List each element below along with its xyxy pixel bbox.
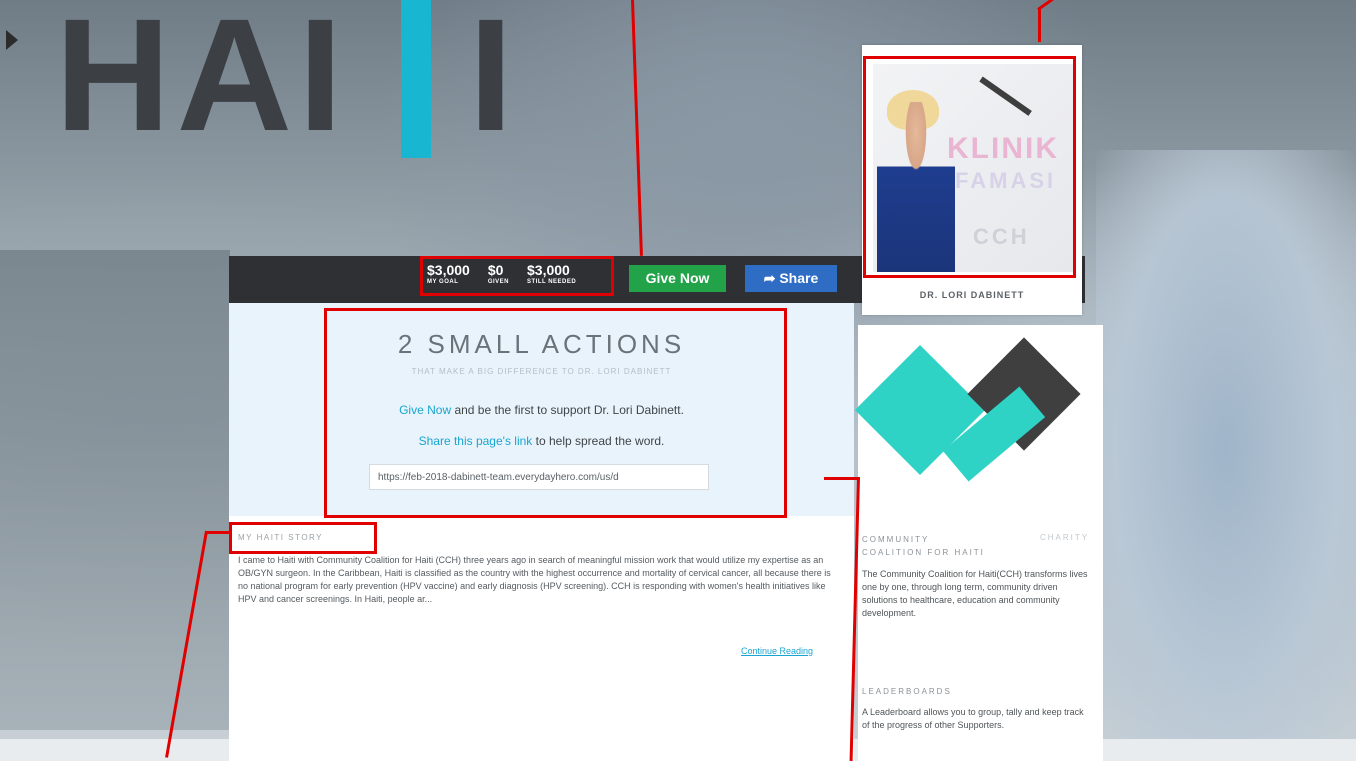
logo-letter-right: I <box>468 0 519 164</box>
share-arrow-icon: ➦ <box>763 270 780 286</box>
charity-description: The Community Coalition for Haiti(CCH) t… <box>862 569 1088 618</box>
highlight-funding-stats <box>420 256 614 296</box>
pointer-line-story-a <box>205 531 229 534</box>
haiti-logo: HAI I <box>55 0 519 160</box>
charity-name[interactable]: COMMUNITY COALITION FOR HAITI <box>862 533 985 559</box>
highlight-small-actions <box>324 308 787 518</box>
share-button-label: Share <box>779 270 819 286</box>
background-equipment <box>0 250 230 730</box>
share-button[interactable]: ➦ Share <box>745 265 837 292</box>
give-now-button[interactable]: Give Now <box>629 265 726 292</box>
charity-logo[interactable] <box>854 334 1100 504</box>
profile-name: DR. LORI DABINETT <box>919 290 1025 300</box>
charity-type-badge: CHARITY <box>1040 533 1090 542</box>
pointer-line-actions-a <box>824 477 859 480</box>
background-figure <box>1096 150 1356 750</box>
logo-cross-icon <box>349 0 469 160</box>
carousel-arrow-icon[interactable] <box>6 30 18 50</box>
charity-name-line2: COALITION FOR HAITI <box>862 548 985 557</box>
highlight-profile-photo <box>863 56 1076 278</box>
story-text: I came to Haiti with Community Coalition… <box>238 555 831 604</box>
highlight-story-title <box>229 522 377 554</box>
continue-reading-link[interactable]: Continue Reading <box>741 646 813 656</box>
leaderboards-description: A Leaderboard allows you to group, tally… <box>862 707 1084 730</box>
logo-letters-left: HAI <box>55 0 349 164</box>
pointer-line-photo-a <box>1038 8 1041 42</box>
leaderboards-title: LEADERBOARDS <box>862 687 952 696</box>
charity-name-line1: COMMUNITY <box>862 535 930 544</box>
